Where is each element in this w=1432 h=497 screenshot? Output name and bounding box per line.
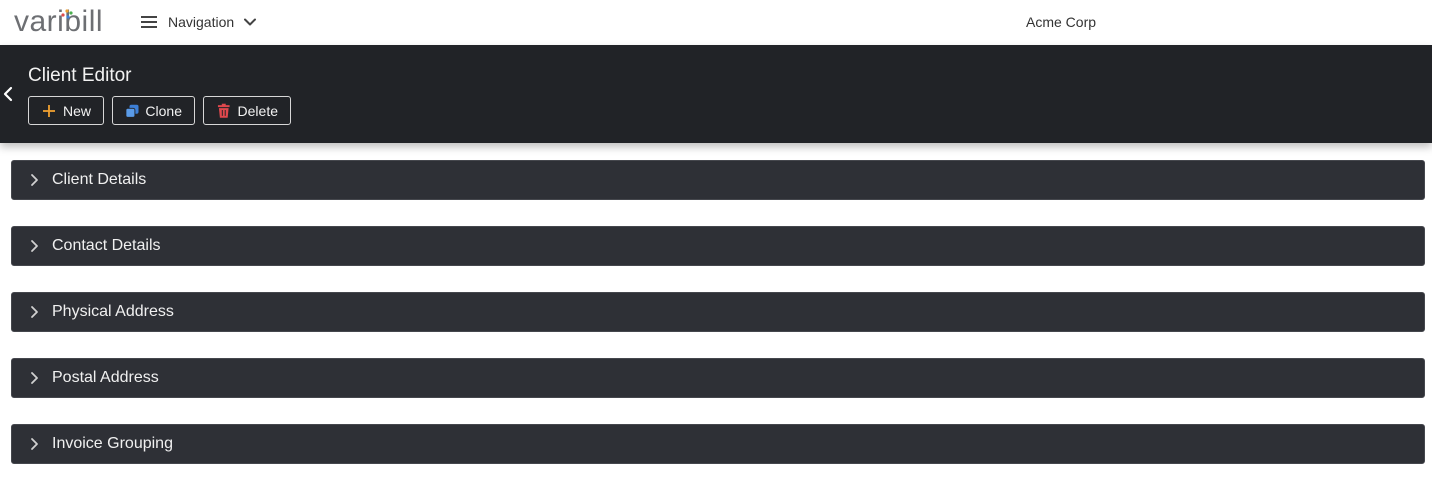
delete-button-label: Delete bbox=[237, 102, 278, 119]
varibill-logo[interactable]: vari b ill bbox=[14, 5, 104, 39]
chevron-down-icon bbox=[244, 18, 257, 26]
navigation-dropdown[interactable]: Navigation bbox=[141, 10, 257, 34]
new-button[interactable]: New bbox=[28, 96, 104, 125]
chevron-right-icon bbox=[31, 306, 38, 318]
trash-icon bbox=[217, 103, 230, 118]
logo-dots-icon bbox=[61, 9, 73, 19]
new-button-label: New bbox=[62, 102, 91, 119]
editor-header: Client Editor New Clone Delete bbox=[0, 45, 1432, 143]
chevron-right-icon bbox=[31, 240, 38, 252]
section-label: Invoice Grouping bbox=[52, 435, 173, 452]
copy-icon bbox=[125, 104, 139, 118]
section-postal-address[interactable]: Postal Address bbox=[11, 358, 1425, 398]
chevron-right-icon bbox=[31, 438, 38, 450]
plus-icon bbox=[42, 104, 55, 117]
menu-icon bbox=[141, 16, 157, 28]
section-client-details[interactable]: Client Details bbox=[11, 160, 1425, 200]
chevron-right-icon bbox=[31, 174, 38, 186]
clone-button-label: Clone bbox=[145, 102, 182, 119]
logo-text-left: vari bbox=[14, 5, 65, 38]
navigation-label: Navigation bbox=[168, 14, 235, 30]
top-bar: vari b ill Navigation Acme Corp bbox=[0, 0, 1432, 45]
toolbar: New Clone Delete bbox=[28, 96, 291, 125]
section-label: Physical Address bbox=[52, 303, 174, 320]
section-label: Postal Address bbox=[52, 369, 159, 386]
delete-button[interactable]: Delete bbox=[203, 96, 291, 125]
clone-button[interactable]: Clone bbox=[112, 96, 195, 125]
section-label: Contact Details bbox=[52, 237, 161, 254]
section-invoice-grouping[interactable]: Invoice Grouping bbox=[11, 424, 1425, 464]
chevron-left-icon[interactable] bbox=[1, 85, 15, 103]
chevron-right-icon bbox=[31, 372, 38, 384]
section-label: Client Details bbox=[52, 171, 147, 188]
logo-text-right: ill bbox=[81, 5, 104, 38]
company-name: Acme Corp bbox=[1026, 14, 1097, 30]
section-contact-details[interactable]: Contact Details bbox=[11, 226, 1425, 266]
section-physical-address[interactable]: Physical Address bbox=[11, 292, 1425, 332]
page-title: Client Editor bbox=[28, 65, 132, 86]
logo-letter-wrap: b bbox=[61, 5, 81, 39]
